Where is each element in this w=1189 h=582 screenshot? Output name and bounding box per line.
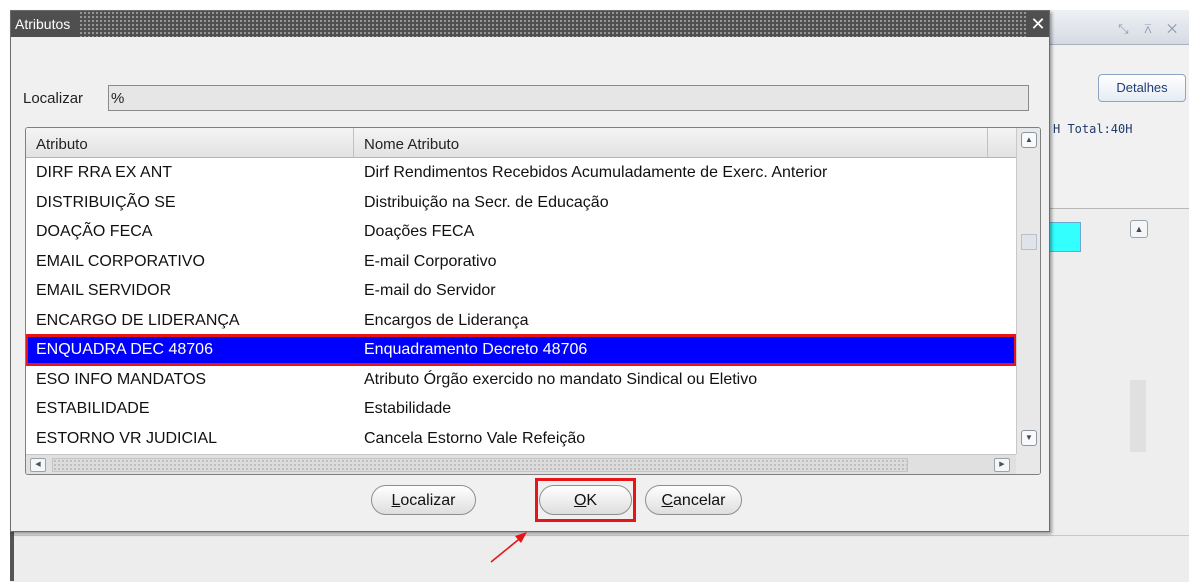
arrow-shaft — [490, 535, 524, 563]
annotation-arrow — [490, 532, 527, 563]
